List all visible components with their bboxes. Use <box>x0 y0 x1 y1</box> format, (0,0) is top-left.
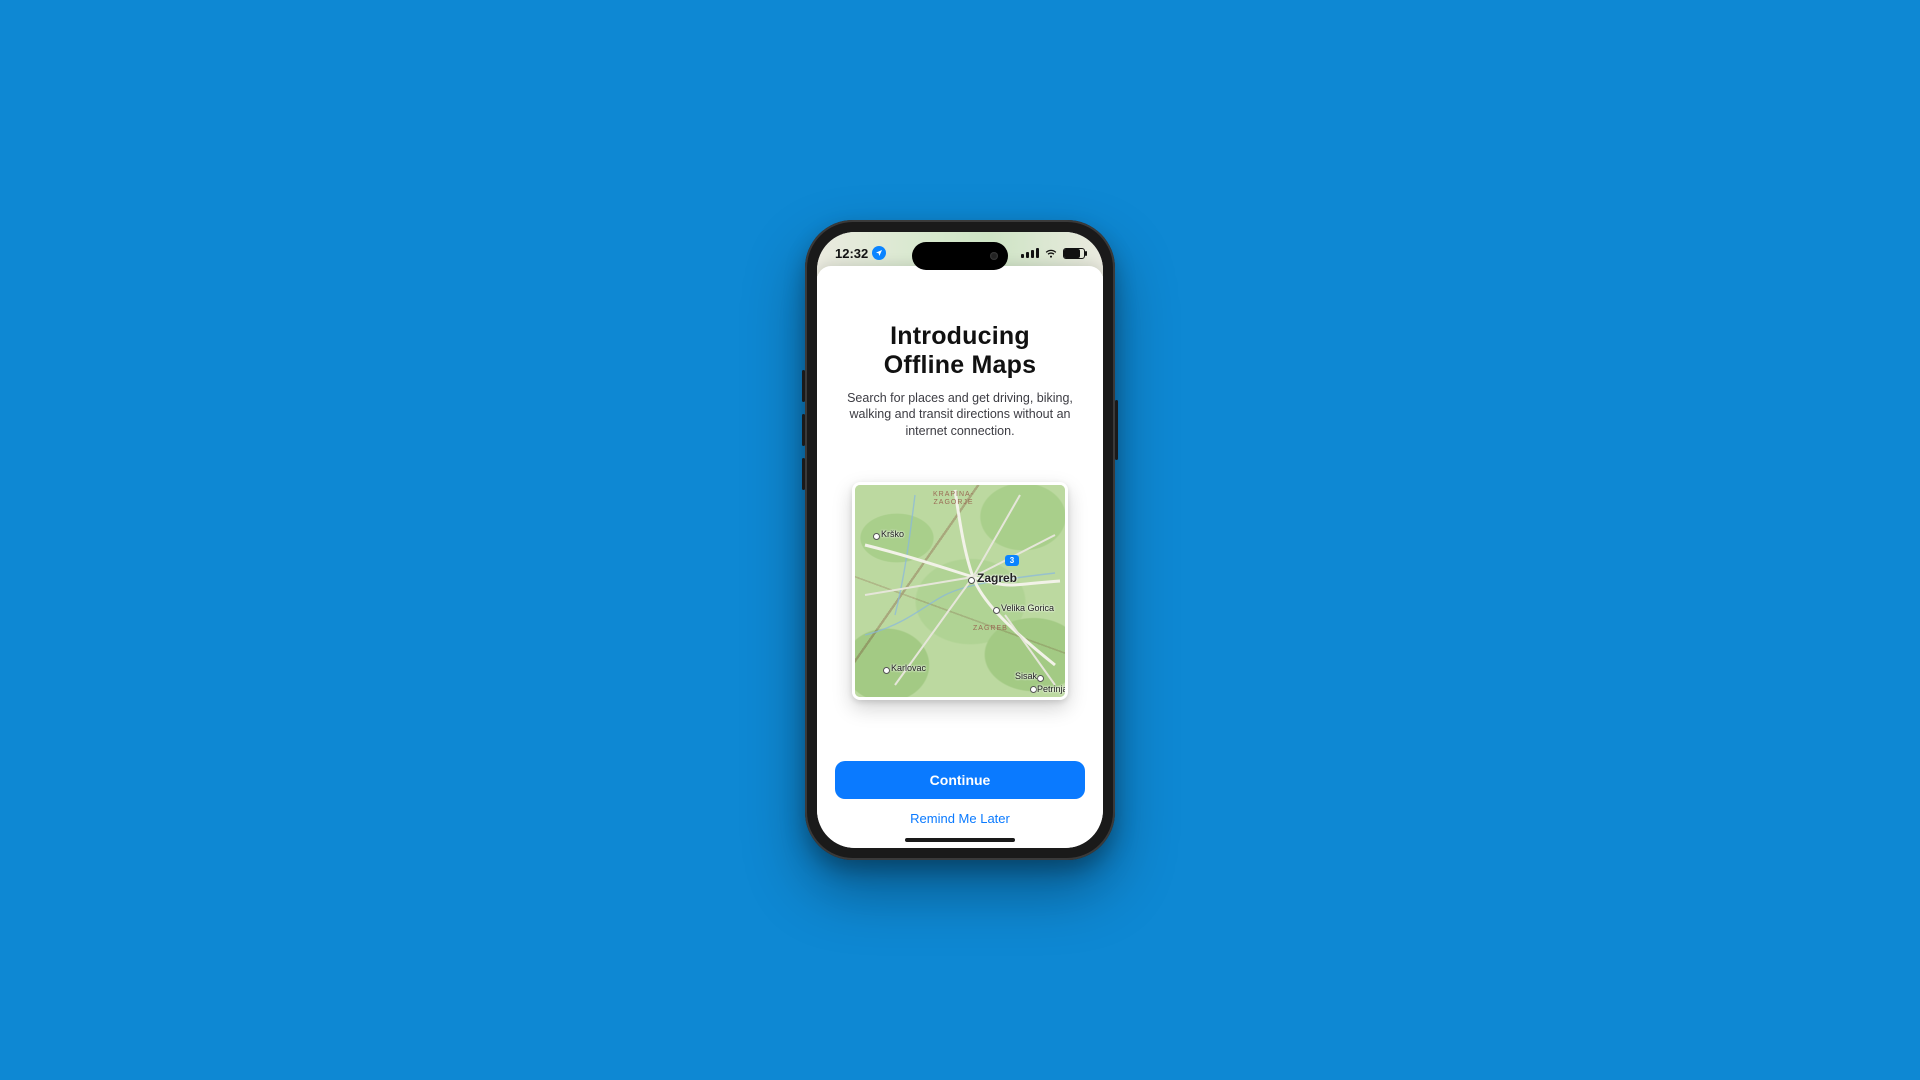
route-shield: 3 <box>1005 555 1019 566</box>
offline-maps-sheet: Introducing Offline Maps Search for plac… <box>817 266 1103 848</box>
city-label: Krško <box>881 529 904 539</box>
cellular-signal-icon <box>1021 248 1039 258</box>
location-services-icon <box>872 246 886 260</box>
phone-screen: 12:32 Introducing <box>817 232 1103 848</box>
sheet-title: Introducing Offline Maps <box>884 322 1036 380</box>
status-time: 12:32 <box>835 246 868 261</box>
wifi-icon <box>1044 246 1058 260</box>
phone-frame: 12:32 Introducing <box>805 220 1115 860</box>
battery-icon <box>1063 248 1085 259</box>
region-label: ZAGREB <box>973 625 1008 633</box>
city-label: Petrinja <box>1037 684 1068 694</box>
map-preview: KRAPINA- ZAGORJE ZAGREB 3 Zagreb Krško K… <box>852 482 1068 700</box>
home-indicator[interactable] <box>905 838 1015 842</box>
stage: 12:32 Introducing <box>0 0 1920 1080</box>
button-row: Continue Remind Me Later <box>817 761 1103 848</box>
city-label: Karlovac <box>891 663 926 673</box>
title-line-2: Offline Maps <box>884 351 1036 380</box>
title-line-1: Introducing <box>884 322 1036 351</box>
city-label: Velika Gorica <box>1001 603 1054 613</box>
map-roads <box>855 485 1065 697</box>
region-label: KRAPINA- ZAGORJE <box>933 491 974 506</box>
continue-button[interactable]: Continue <box>835 761 1085 799</box>
dynamic-island <box>912 242 1008 270</box>
remind-me-later-button[interactable]: Remind Me Later <box>902 807 1018 830</box>
sheet-description: Search for places and get driving, bikin… <box>845 390 1075 441</box>
city-label-main: Zagreb <box>977 571 1017 585</box>
city-label: Sisak <box>1015 671 1037 681</box>
